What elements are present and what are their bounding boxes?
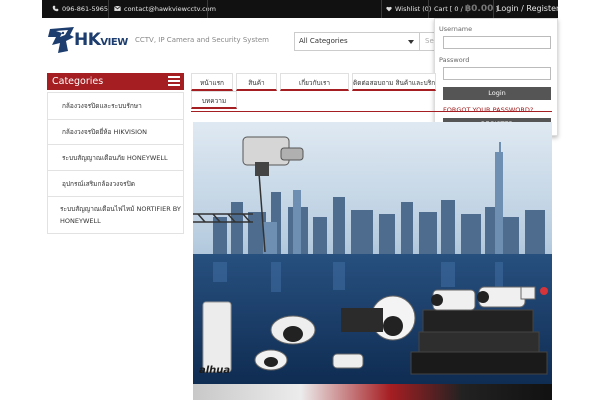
category-item-cctv-security[interactable]: กล้องวงจรปิดและระบบรักษา <box>48 92 183 119</box>
logo[interactable]: HKVIEW <box>48 25 132 55</box>
tab-label: บทความ <box>201 97 227 105</box>
envelope-icon <box>114 5 121 11</box>
login-button[interactable]: Login <box>443 87 551 100</box>
divider <box>493 0 494 18</box>
top-bar: 096-861-5965 contact@hawkviewcctv.com Wi… <box>42 0 559 18</box>
category-label: อุปกรณ์เสริมกล้องวงจรปิด <box>62 179 135 188</box>
login-dropdown: Username Password Login FORGOT YOUR PASS… <box>434 18 558 136</box>
categories-header[interactable]: Categories <box>47 73 184 90</box>
heart-icon <box>386 6 392 12</box>
banner-image <box>193 122 552 384</box>
tab-about[interactable]: เกี่ยวกับเรา <box>280 73 349 91</box>
email-address: contact@hawkviewcctv.com <box>124 5 216 13</box>
cart-count: Cart [ 0 / <box>434 5 463 13</box>
category-select[interactable]: All Categories <box>294 32 420 51</box>
cart-link[interactable]: Cart [ 0 / ฿0.00 ] <box>434 0 498 18</box>
username-field[interactable] <box>443 36 551 49</box>
tab-home[interactable]: หน้าแรก <box>191 73 233 91</box>
username-label: Username <box>439 25 473 33</box>
phone-link[interactable]: 096-861-5965 <box>52 0 108 18</box>
divider <box>207 0 208 18</box>
forgot-password-link[interactable]: FORGOT YOUR PASSWORD? <box>443 106 553 114</box>
tab-articles[interactable]: บทความ <box>191 91 237 109</box>
logo-small-text: VIEW <box>100 37 128 48</box>
category-label: กล้องวงจรปิดยี่ห้อ HIKVISION <box>62 128 147 136</box>
search-placeholder: Se <box>425 37 434 45</box>
tab-label: ติดต่อสอบถาม สินค้าและบริการ <box>353 79 436 87</box>
email-link[interactable]: contact@hawkviewcctv.com <box>114 0 216 18</box>
hawk-logo-icon <box>48 27 74 53</box>
banner-footer-strip <box>193 384 552 400</box>
hero-banner[interactable]: alhua <box>193 122 552 384</box>
caret-down-icon <box>408 40 414 44</box>
category-label: ระบบสัญญาณเตือนไฟไหม้ NORTIFIER BY HONEY… <box>60 205 181 225</box>
wishlist-link[interactable]: Wishlist (0) <box>386 0 431 18</box>
logo-wordmark: HKVIEW <box>74 30 128 50</box>
menu-icon[interactable] <box>168 76 180 87</box>
wishlist-label: Wishlist (0) <box>395 5 432 13</box>
category-label: กล้องวงจรปิดและระบบรักษา <box>62 102 142 110</box>
tab-label: เกี่ยวกับเรา <box>298 79 331 87</box>
category-list: กล้องวงจรปิดและระบบรักษา กล้องวงจรปิดยี่… <box>47 92 184 234</box>
phone-number: 096-861-5965 <box>62 5 109 13</box>
banner-brand-logo: alhua <box>199 365 231 376</box>
tab-contact[interactable]: ติดต่อสอบถาม สินค้าและบริการ <box>352 73 436 91</box>
divider <box>381 0 382 18</box>
categories-title: Categories <box>52 76 104 87</box>
divider <box>428 0 429 18</box>
login-register-label: Login / Register <box>497 4 560 13</box>
tab-products[interactable]: สินค้า <box>236 73 277 91</box>
category-select-value: All Categories <box>299 37 348 45</box>
divider <box>108 0 109 18</box>
password-label: Password <box>439 56 470 64</box>
logo-main-text: HK <box>74 30 101 50</box>
login-register-link[interactable]: Login / Register <box>497 0 559 18</box>
category-item-accessories[interactable]: อุปกรณ์เสริมกล้องวงจรปิด <box>48 170 183 196</box>
cart-total: ฿0.00 <box>464 4 494 14</box>
category-label: ระบบสัญญาณเตือนภัย HONEYWELL <box>62 153 168 162</box>
category-item-notifier[interactable]: ระบบสัญญาณเตือนไฟไหม้ NORTIFIER BY HONEY… <box>48 196 183 233</box>
tab-label: หน้าแรก <box>200 79 224 87</box>
tab-label: สินค้า <box>248 79 265 87</box>
password-field[interactable] <box>443 67 551 80</box>
site-tagline: CCTV, IP Camera and Security System <box>135 36 269 44</box>
category-item-honeywell[interactable]: ระบบสัญญาณเตือนภัย HONEYWELL <box>48 144 183 170</box>
category-item-hikvision[interactable]: กล้องวงจรปิดยี่ห้อ HIKVISION <box>48 119 183 144</box>
nav-divider <box>191 111 552 112</box>
phone-icon <box>52 5 59 12</box>
